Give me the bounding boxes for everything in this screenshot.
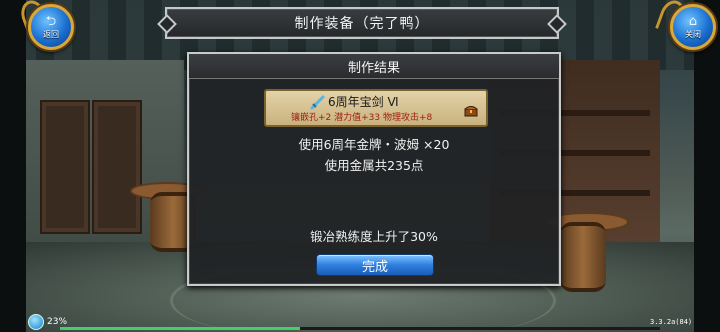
left-letterbox xyxy=(0,0,26,332)
back-label: 返回 xyxy=(43,30,59,39)
result-dialog: 制作结果 6周年宝剑 Ⅵ 镶嵌孔+2 潜力值+33 物理攻击+8 使用6周年金牌… xyxy=(187,52,561,286)
exp-bar-fill xyxy=(60,327,300,330)
dialog-title: 制作结果 xyxy=(189,54,559,79)
skill-up-text: 锻冶熟练度上升了30% xyxy=(310,229,438,244)
exp-bar xyxy=(60,327,660,330)
sword-icon xyxy=(310,94,326,110)
page-title-bar: 制作装备（完了鸭） xyxy=(157,7,567,39)
treasure-chest-icon xyxy=(464,102,478,117)
item-name: 6周年宝剑 Ⅵ xyxy=(328,95,399,109)
status-percent: 23% xyxy=(47,317,68,327)
wooden-door xyxy=(40,100,90,234)
back-arrow-icon: ⮌ xyxy=(45,14,57,29)
right-letterbox xyxy=(694,0,720,332)
item-stats: 镶嵌孔+2 潜力值+33 物理攻击+8 xyxy=(291,113,433,123)
globe-icon xyxy=(28,314,44,330)
back-button[interactable]: ⮌ 返回 xyxy=(28,4,74,50)
barrel xyxy=(560,222,606,292)
close-button[interactable]: ⌂ 关闭 xyxy=(670,4,716,50)
close-label: 关闭 xyxy=(685,30,701,39)
confirm-button[interactable]: 完成 xyxy=(316,254,434,276)
wooden-door xyxy=(92,100,142,234)
item-card[interactable]: 6周年宝剑 Ⅵ 镶嵌孔+2 潜力值+33 物理攻击+8 xyxy=(264,89,488,127)
used-medal-text: 使用6周年金牌・波姆 ×20 xyxy=(298,137,450,152)
used-metal-text: 使用金属共235点 xyxy=(324,158,424,173)
version-label: 3.3.2a(84) xyxy=(650,318,693,326)
home-icon: ⌂ xyxy=(688,14,698,29)
page-title: 制作装备（完了鸭） xyxy=(294,16,430,32)
